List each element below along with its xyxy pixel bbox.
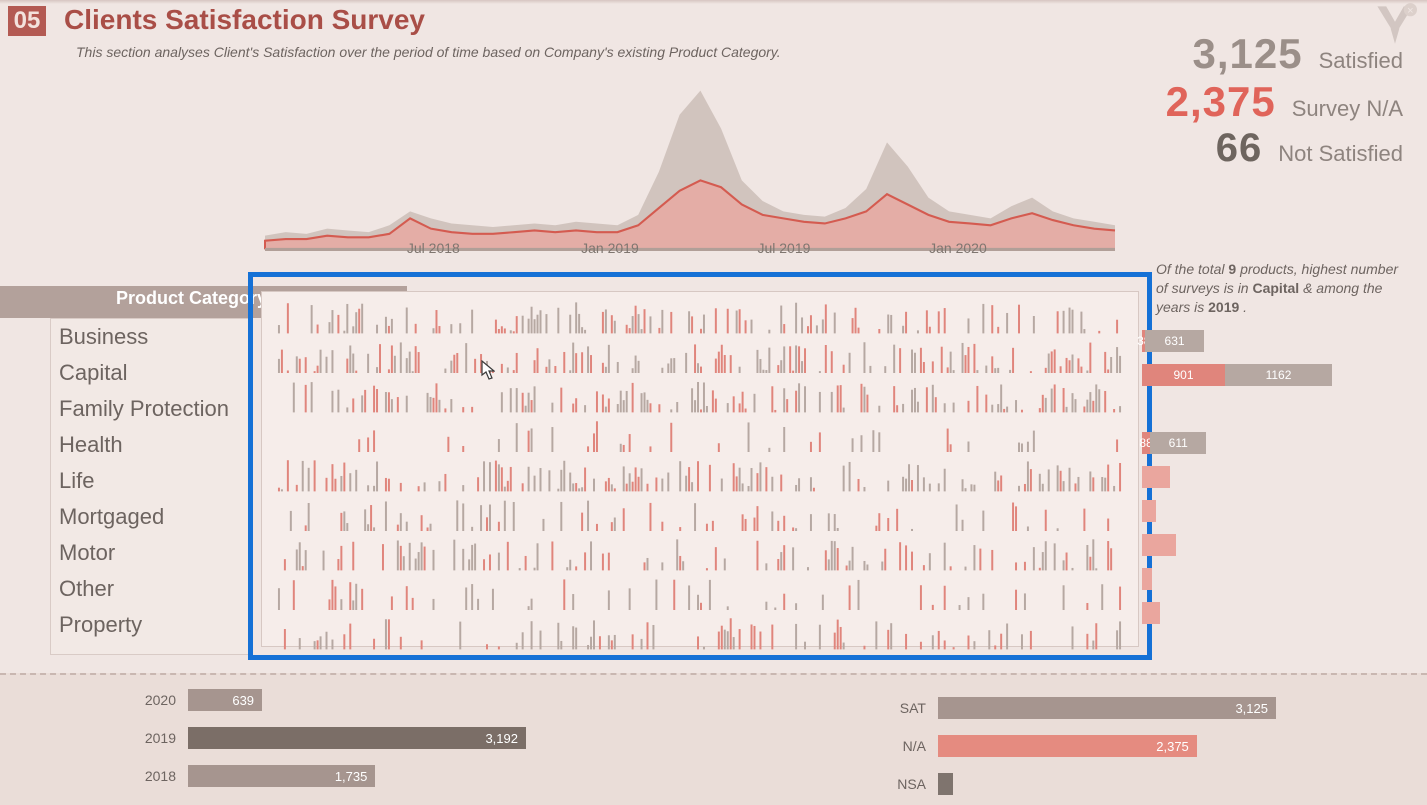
spark-row bbox=[274, 417, 1126, 453]
kpi-value: 66 bbox=[1216, 126, 1263, 171]
kpi-panel: 3,125 Satisfied 2,375 Survey N/A 66 Not … bbox=[1143, 30, 1403, 171]
category-bar-row[interactable]: 9011162 bbox=[1142, 364, 1342, 386]
axis-tick: Jan 2020 bbox=[929, 240, 987, 256]
timeline-area-chart[interactable] bbox=[255, 80, 1125, 260]
axis-tick: Jan 2019 bbox=[581, 240, 639, 256]
product-category-list: BusinessCapitalFamily ProtectionHealthLi… bbox=[50, 318, 249, 655]
spark-row bbox=[274, 535, 1126, 571]
category-item[interactable]: Mortgaged bbox=[51, 499, 249, 535]
category-bar-row[interactable] bbox=[1142, 534, 1342, 556]
axis-tick: Jul 2019 bbox=[757, 240, 810, 256]
kpi-value: 2,375 bbox=[1166, 78, 1276, 126]
spark-row bbox=[274, 575, 1126, 611]
year-bar-row[interactable]: 20181,735 bbox=[120, 763, 560, 789]
narr-frag: Of the total bbox=[1156, 261, 1228, 277]
narr-frag: . bbox=[1243, 299, 1247, 315]
category-bar-row[interactable]: 88611 bbox=[1142, 432, 1342, 454]
spark-row bbox=[274, 496, 1126, 532]
category-bar-row[interactable]: 38631 bbox=[1142, 330, 1342, 352]
sat-bar-row[interactable]: SAT3,125 bbox=[870, 695, 1350, 721]
narrative-text: Of the total 9 products, highest number … bbox=[1156, 260, 1408, 317]
kpi-not-satisfied: 66 Not Satisfied bbox=[1143, 126, 1403, 171]
category-bar-row[interactable] bbox=[1142, 398, 1342, 420]
category-item[interactable]: Health bbox=[51, 427, 249, 463]
category-bar-row[interactable] bbox=[1142, 602, 1342, 624]
satisfaction-bar-chart[interactable]: SAT3,125 N/A2,375 NSA bbox=[870, 695, 1350, 805]
narr-top-product: Capital bbox=[1252, 280, 1299, 296]
spark-row bbox=[274, 614, 1126, 650]
category-bar-row[interactable] bbox=[1142, 466, 1342, 488]
bottom-summary-panel: 2020639 20193,192 20181,735 SAT3,125 N/A2,3… bbox=[0, 673, 1427, 805]
sat-bar-row[interactable]: NSA bbox=[870, 771, 1350, 797]
spark-row bbox=[274, 338, 1126, 374]
year-bar-row[interactable]: 2020639 bbox=[120, 687, 560, 713]
category-item[interactable]: Motor bbox=[51, 535, 249, 571]
axis-tick: Jul 2018 bbox=[407, 240, 460, 256]
narr-total-products: 9 bbox=[1228, 261, 1236, 277]
year-bar-row[interactable]: 20193,192 bbox=[120, 725, 560, 751]
spark-row bbox=[274, 456, 1126, 492]
category-item[interactable]: Life bbox=[51, 463, 249, 499]
spark-detail-inner bbox=[261, 291, 1139, 647]
category-item[interactable]: Business bbox=[51, 319, 249, 355]
svg-text:×: × bbox=[1407, 5, 1413, 17]
kpi-label: Survey N/A bbox=[1292, 96, 1403, 122]
kpi-satisfied: 3,125 Satisfied bbox=[1143, 30, 1403, 78]
kpi-survey-na: 2,375 Survey N/A bbox=[1143, 78, 1403, 126]
page-number-badge: 05 bbox=[8, 6, 46, 36]
spark-row bbox=[274, 377, 1126, 413]
category-bar-row[interactable] bbox=[1142, 568, 1342, 590]
kpi-label: Satisfied bbox=[1319, 48, 1403, 74]
page-subtitle: This section analyses Client's Satisfact… bbox=[76, 44, 781, 60]
category-bar-row[interactable] bbox=[1142, 500, 1342, 522]
category-item[interactable]: Other bbox=[51, 571, 249, 607]
sat-bar-row[interactable]: N/A2,375 bbox=[870, 733, 1350, 759]
kpi-label: Not Satisfied bbox=[1278, 141, 1403, 167]
narr-top-year: 2019 bbox=[1208, 299, 1239, 315]
category-item[interactable]: Property bbox=[51, 607, 249, 654]
category-item[interactable]: Capital bbox=[51, 355, 249, 391]
spark-row bbox=[274, 298, 1126, 334]
page-title: Clients Satisfaction Survey bbox=[64, 4, 425, 36]
category-item[interactable]: Family Protection bbox=[51, 391, 249, 427]
spark-detail-panel-highlighted[interactable] bbox=[248, 272, 1152, 660]
year-bar-chart[interactable]: 2020639 20193,192 20181,735 bbox=[120, 687, 560, 801]
kpi-value: 3,125 bbox=[1193, 30, 1303, 78]
